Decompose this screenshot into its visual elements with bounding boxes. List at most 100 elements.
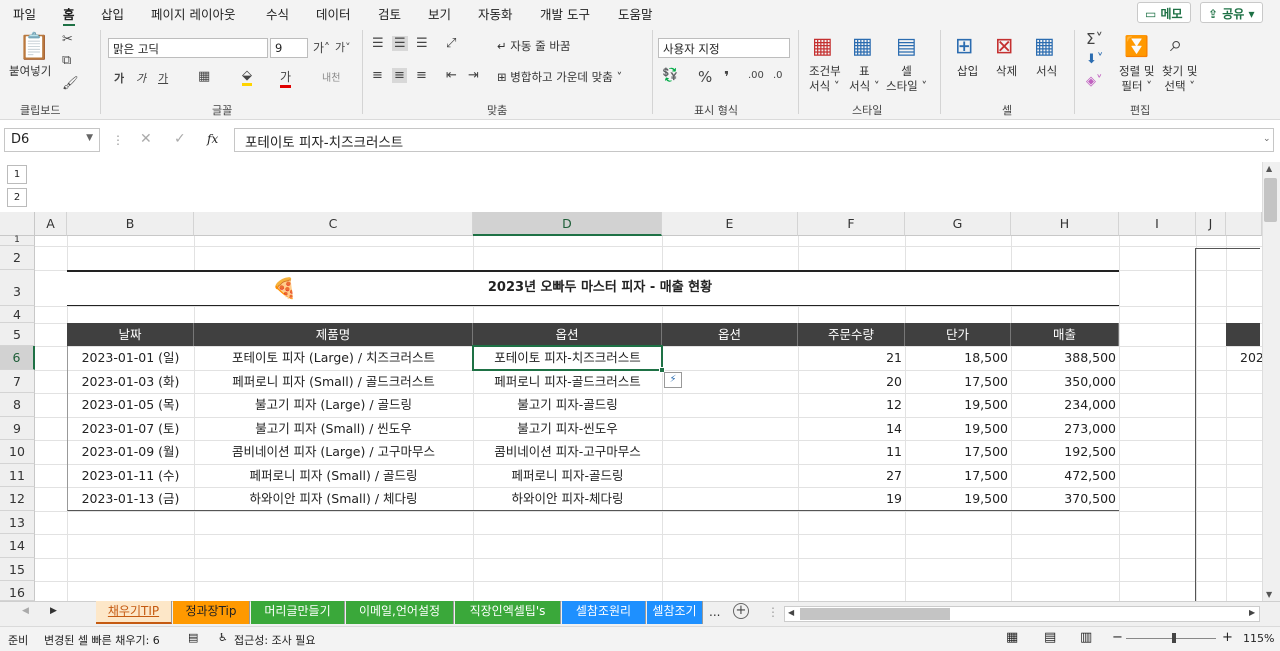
horizontal-scroll-thumb[interactable] xyxy=(800,608,950,620)
row-header-12[interactable]: 12 xyxy=(0,487,35,511)
column-header-a[interactable]: A xyxy=(35,212,67,236)
chevron-down-icon[interactable]: ▼ xyxy=(86,133,93,143)
vertical-scroll-thumb[interactable] xyxy=(1264,178,1277,222)
cell-quantity[interactable]: 21 xyxy=(798,346,905,370)
find-icon[interactable]: ⌕ xyxy=(1170,32,1182,57)
row-header-1[interactable]: 1 xyxy=(0,236,35,246)
sheet-tab[interactable]: 셀참조원리 xyxy=(562,601,646,624)
outline-level-2[interactable]: 2 xyxy=(7,188,27,207)
row-header-15[interactable]: 15 xyxy=(0,558,35,581)
menu-data[interactable]: 데이터 xyxy=(316,4,351,23)
tab-scroll-left-icon[interactable]: ◀ xyxy=(22,606,29,616)
row-header-13[interactable]: 13 xyxy=(0,511,35,534)
cell-date[interactable]: 2023-01-07 (토) xyxy=(67,417,194,441)
increase-decimal-icon[interactable]: .00 xyxy=(748,70,764,81)
row-header-2[interactable]: 2 xyxy=(0,246,35,270)
format-cells-button[interactable]: 서식 xyxy=(1036,64,1057,79)
align-bottom-icon[interactable]: ☰ xyxy=(416,36,428,51)
cell-unit-price[interactable]: 17,500 xyxy=(905,440,1011,464)
underline-icon[interactable]: 가 xyxy=(158,70,168,86)
page-break-view-icon[interactable]: ▥ xyxy=(1080,630,1092,645)
sheet-tab[interactable]: 직장인엑셀팁's xyxy=(455,601,561,624)
cell-product[interactable]: 포테이토 피자 (Large) / 치즈크러스트 xyxy=(194,346,473,370)
sheet-tab[interactable]: 채우기TIP xyxy=(96,601,172,624)
cell-option[interactable]: 페퍼로니 피자-골드링 xyxy=(473,464,662,488)
cell-option[interactable]: 하와이안 피자-체다링 xyxy=(473,487,662,511)
cell-option[interactable]: 페퍼로니 피자-골드크러스트 xyxy=(473,370,662,394)
align-center-icon[interactable]: ≡ xyxy=(392,68,407,83)
cell-quantity[interactable]: 11 xyxy=(798,440,905,464)
menu-formulas[interactable]: 수식 xyxy=(266,4,289,23)
decrease-decimal-icon[interactable]: .0 xyxy=(773,70,783,81)
conditional-format-button[interactable]: 조건부 서식 ˅ xyxy=(809,64,841,94)
zoom-level[interactable]: 115% xyxy=(1243,632,1274,645)
sheet-title[interactable]: 2023년 오빠두 마스터 피자 - 매출 현황 xyxy=(420,276,780,299)
border-icon[interactable]: ▦ xyxy=(198,69,210,84)
menu-file[interactable]: 파일 xyxy=(13,4,36,23)
cell-product[interactable]: 불고기 피자 (Small) / 씬도우 xyxy=(194,417,473,441)
sheet-tab[interactable]: 이메일,언어설정 xyxy=(346,601,454,624)
insert-cells-icon[interactable]: ⊞ xyxy=(955,34,973,59)
menu-page-layout[interactable]: 페이지 레이아웃 xyxy=(151,4,235,23)
row-header-6[interactable]: 6 xyxy=(0,346,35,370)
cell-date[interactable]: 2023-01-01 (일) xyxy=(67,346,194,370)
delete-cells-button[interactable]: 삭제 xyxy=(996,64,1017,79)
format-cells-icon[interactable]: ▦ xyxy=(1034,34,1055,59)
orientation-icon[interactable]: ⤢ xyxy=(446,36,456,51)
phonetic-icon[interactable]: 내천 xyxy=(322,69,340,84)
header-date[interactable]: 날짜 xyxy=(67,323,194,346)
cell-unit-price[interactable]: 18,500 xyxy=(905,346,1011,370)
comma-icon[interactable]: ❜ xyxy=(724,68,729,86)
cell-product[interactable]: 페퍼로니 피자 (Small) / 골드크러스트 xyxy=(194,370,473,394)
paste-button[interactable]: 붙여넣기 xyxy=(9,64,51,79)
cell-option[interactable]: 불고기 피자-씬도우 xyxy=(473,417,662,441)
outline-level-1[interactable]: 1 xyxy=(7,165,27,184)
cell-option[interactable]: 콤비네이션 피자-고구마무스 xyxy=(473,440,662,464)
cell-option[interactable]: 불고기 피자-골드링 xyxy=(473,393,662,417)
cell-product[interactable]: 불고기 피자 (Large) / 골드링 xyxy=(194,393,473,417)
fill-color-icon[interactable]: ⬙ xyxy=(242,68,252,86)
chevron-down-icon[interactable]: ⌄ xyxy=(1263,134,1271,144)
insert-function-icon[interactable]: fx xyxy=(207,132,218,146)
grow-font-icon[interactable]: 가˄ xyxy=(313,39,330,56)
format-painter-icon[interactable]: 🖌 xyxy=(62,76,79,91)
select-all-corner[interactable] xyxy=(0,212,35,236)
paste-icon[interactable]: 📋 xyxy=(18,32,50,62)
row-header-14[interactable]: 14 xyxy=(0,534,35,558)
cell-product[interactable]: 페퍼로니 피자 (Small) / 골드링 xyxy=(194,464,473,488)
decrease-indent-icon[interactable]: ⇤ xyxy=(446,68,457,83)
cell-sales[interactable]: 234,000 xyxy=(1011,393,1119,417)
sheet-tab[interactable]: 정과장Tip xyxy=(173,601,250,624)
cancel-icon[interactable]: ✕ xyxy=(140,131,152,147)
autosum-icon[interactable]: Σ˅ xyxy=(1086,30,1103,48)
cell-sales[interactable]: 370,500 xyxy=(1011,487,1119,511)
tab-scroll-right-icon[interactable]: ▶ xyxy=(50,606,57,616)
cell-date[interactable]: 2023-01-13 (금) xyxy=(67,487,194,511)
scroll-left-icon[interactable]: ◀ xyxy=(788,608,794,617)
cell-quantity[interactable]: 12 xyxy=(798,393,905,417)
cell-date[interactable]: 2023-01-05 (목) xyxy=(67,393,194,417)
italic-icon[interactable]: 가 xyxy=(136,70,146,86)
column-header-e[interactable]: E xyxy=(662,212,798,236)
scroll-down-icon[interactable]: ▼ xyxy=(1266,590,1272,599)
active-cell-d6[interactable] xyxy=(472,345,663,371)
insert-cells-button[interactable]: 삽입 xyxy=(957,64,978,79)
scroll-up-icon[interactable]: ▲ xyxy=(1266,164,1272,173)
cut-icon[interactable]: ✂ xyxy=(62,32,73,47)
cell-product[interactable]: 콤비네이션 피자 (Large) / 고구마무스 xyxy=(194,440,473,464)
column-header-k[interactable] xyxy=(1226,212,1262,236)
row-header-7[interactable]: 7 xyxy=(0,370,35,393)
align-right-icon[interactable]: ≡ xyxy=(416,68,427,83)
currency-icon[interactable]: 💱 xyxy=(662,68,678,83)
cell-styles-icon[interactable]: ▤ xyxy=(896,34,917,59)
add-sheet-icon[interactable]: + xyxy=(733,603,749,619)
vertical-scrollbar[interactable] xyxy=(1262,162,1280,601)
sort-filter-icon[interactable]: ⏬ xyxy=(1124,34,1149,58)
cell-sales[interactable]: 472,500 xyxy=(1011,464,1119,488)
column-header-b[interactable]: B xyxy=(67,212,194,236)
cell-option-2[interactable] xyxy=(662,393,798,417)
format-table-icon[interactable]: ▦ xyxy=(852,34,873,59)
delete-cells-icon[interactable]: ⊠ xyxy=(995,34,1013,59)
cell-date[interactable]: 2023-01-09 (월) xyxy=(67,440,194,464)
cell-sales[interactable]: 388,500 xyxy=(1011,346,1119,370)
